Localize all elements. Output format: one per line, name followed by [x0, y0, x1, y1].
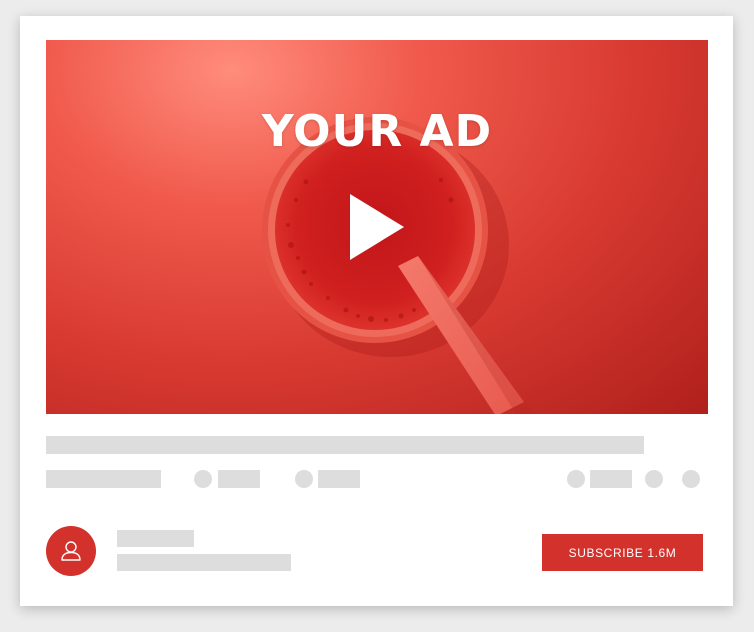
play-icon[interactable]	[350, 194, 404, 260]
subscribe-button[interactable]: SUBSCRIBE 1.6M	[542, 534, 703, 571]
share-label-placeholder	[590, 470, 632, 488]
like-icon-placeholder[interactable]	[194, 470, 212, 488]
subscriber-count: 1.6M	[647, 545, 677, 560]
channel-subtitle-placeholder	[117, 554, 291, 571]
user-icon	[61, 541, 81, 561]
video-card: YOUR AD SUBSCRIBE 1.6M	[20, 16, 733, 606]
like-count-placeholder	[218, 470, 260, 488]
video-title-placeholder	[46, 436, 644, 454]
dislike-count-placeholder	[318, 470, 360, 488]
ad-title: YOUR AD	[261, 106, 493, 157]
subscribe-label: SUBSCRIBE	[568, 545, 644, 560]
video-player[interactable]: YOUR AD	[46, 40, 708, 414]
more-icon-placeholder[interactable]	[682, 470, 700, 488]
channel-avatar[interactable]	[46, 526, 96, 576]
dislike-icon-placeholder[interactable]	[295, 470, 313, 488]
view-count-placeholder	[46, 470, 161, 488]
channel-name-placeholder	[117, 530, 194, 547]
save-icon-placeholder[interactable]	[645, 470, 663, 488]
share-icon-placeholder[interactable]	[567, 470, 585, 488]
